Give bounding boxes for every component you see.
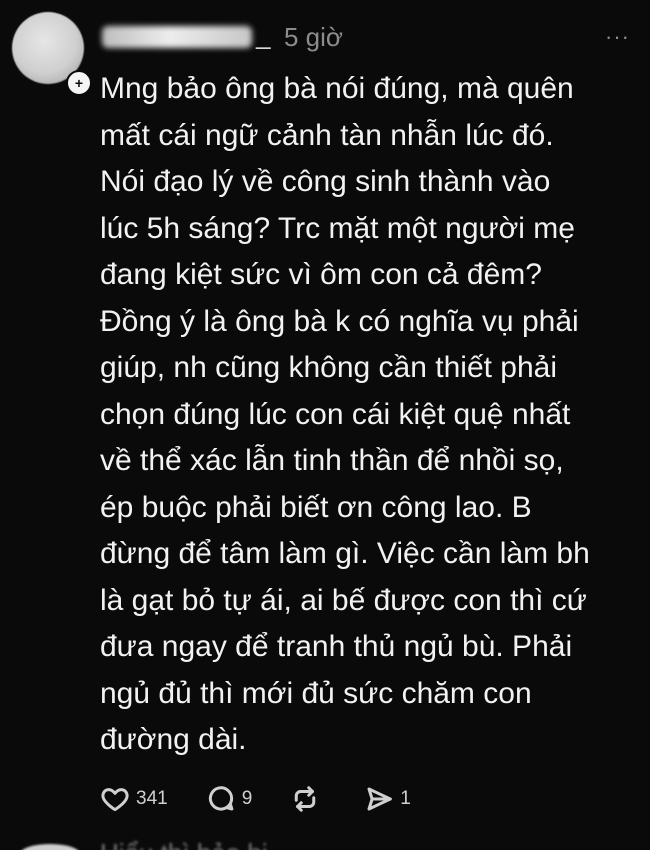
comment-count: 9 (241, 788, 253, 809)
share-button[interactable]: 1 (364, 784, 411, 814)
reply-post: + _ 5 giờ ··· Mng bảo ông bà nói đúng, m… (0, 0, 650, 850)
username-blurred[interactable] (102, 26, 252, 48)
repost-button[interactable] (290, 784, 326, 814)
post-body: Mng bảo ông bà nói đúng, mà quên mất cái… (100, 72, 590, 756)
share-icon (367, 787, 393, 811)
action-bar: 341 9 1 (100, 782, 449, 816)
comment-button[interactable]: 9 (206, 784, 253, 814)
repost-icon (295, 786, 316, 812)
more-options-icon[interactable]: ··· (605, 24, 630, 50)
next-post-avatar (20, 844, 80, 850)
next-post-preview[interactable]: Hiểu thì bảo bị... (0, 836, 650, 850)
next-post-text: Hiểu thì bảo bị... (100, 838, 289, 850)
post-time: 5 giờ (284, 22, 343, 52)
share-count: 1 (400, 788, 411, 809)
heart-icon (101, 788, 129, 812)
follow-badge-icon[interactable]: + (66, 70, 92, 96)
comment-icon (208, 786, 234, 811)
username-suffix[interactable]: _ (256, 20, 270, 51)
like-count: 341 (136, 788, 168, 809)
like-button[interactable]: 341 (100, 784, 168, 814)
